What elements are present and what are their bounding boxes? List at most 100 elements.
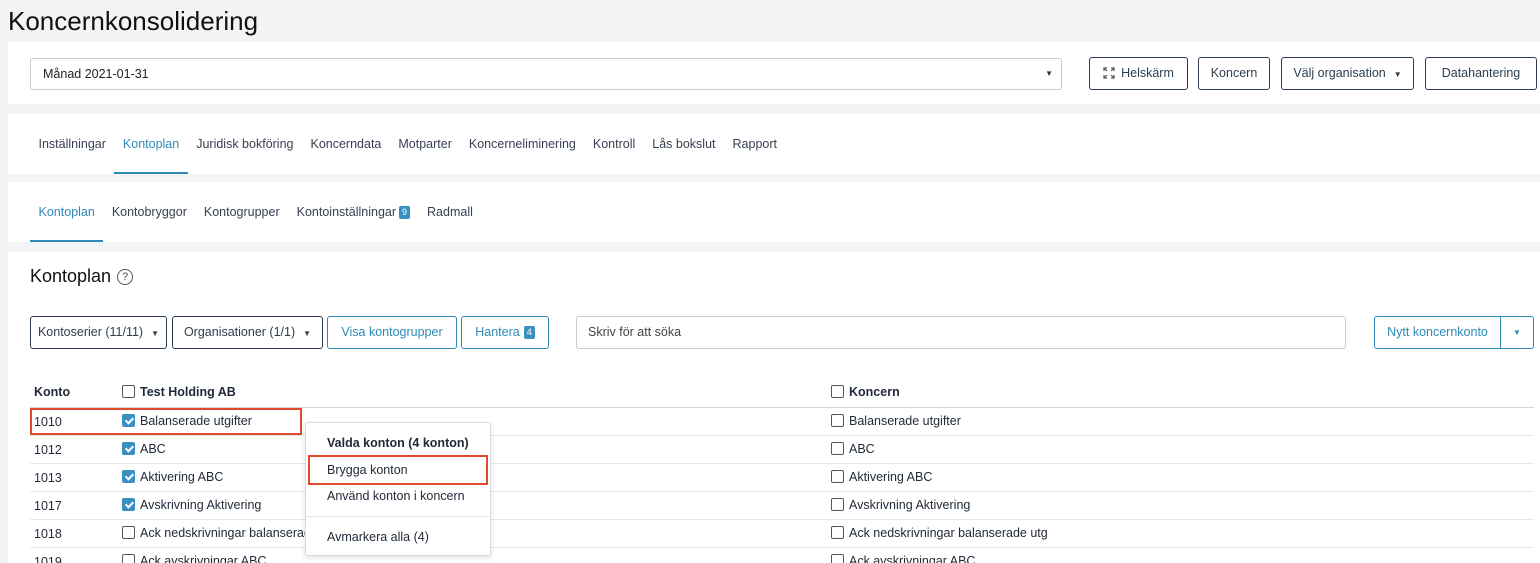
koncern-account-name: Avskrivning Aktivering	[849, 498, 971, 512]
fullscreen-label: Helskärm	[1121, 66, 1174, 80]
select-org-button[interactable]: Välj organisation ▼	[1281, 57, 1414, 90]
manage-label: Hantera	[475, 325, 520, 339]
row-checkbox[interactable]	[122, 554, 135, 563]
context-menu: Valda konton (4 konton) Brygga konton An…	[305, 422, 491, 556]
account-cell: Aktivering ABC	[122, 470, 223, 484]
sub-nav-panel: Kontoplan Kontobryggor Kontogrupper Kont…	[8, 182, 1540, 242]
table-row: 1017 Avskrivning Aktivering Avskrivning …	[30, 492, 1534, 520]
sub-nav: Kontoplan Kontobryggor Kontogrupper Kont…	[30, 182, 481, 242]
data-management-button[interactable]: Datahantering	[1425, 57, 1537, 90]
koncern-account-name: ABC	[849, 442, 875, 456]
search-input[interactable]: Skriv för att söka	[576, 316, 1346, 349]
subtab-kontoplan[interactable]: Kontoplan	[30, 182, 104, 242]
holding-label: Test Holding AB	[140, 385, 236, 399]
koncern-account-cell: Ack avskrivningar ABC	[831, 554, 975, 563]
subtab-kontoinstallningar-label: Kontoinställningar	[296, 205, 397, 219]
expand-icon	[1103, 67, 1115, 79]
caret-down-icon: ▼	[151, 329, 160, 338]
organisations-filter[interactable]: Organisationer (1/1) ▼	[172, 316, 323, 349]
koncern-account-cell: Ack nedskrivningar balanserade utg	[831, 526, 1048, 540]
subtab-radmall[interactable]: Radmall	[419, 182, 482, 242]
koncern-row-checkbox[interactable]	[831, 442, 844, 455]
account-series-filter[interactable]: Kontoserier (11/11) ▼	[30, 316, 167, 349]
koncern-row-checkbox[interactable]	[831, 554, 844, 563]
tab-rapport[interactable]: Rapport	[724, 114, 785, 174]
account-cell: ABC	[122, 442, 166, 456]
select-all-koncern-checkbox[interactable]	[831, 385, 844, 398]
account-series-label: Kontoserier (11/11)	[37, 325, 144, 339]
main-nav-panel: Inställningar Kontoplan Juridisk bokföri…	[8, 114, 1540, 174]
koncern-row-checkbox[interactable]	[831, 470, 844, 483]
select-all-holding-checkbox[interactable]	[122, 385, 135, 398]
caret-down-icon: ▼	[1513, 328, 1521, 337]
period-select[interactable]: Månad 2021-01-31 ▼	[30, 58, 1062, 90]
tab-las-bokslut[interactable]: Lås bokslut	[644, 114, 724, 174]
subtab-kontoinstallningar[interactable]: Kontoinställningar 9	[288, 182, 418, 242]
koncern-account-name: Ack avskrivningar ABC	[849, 554, 976, 563]
manage-button[interactable]: Hantera 4	[461, 316, 549, 349]
subtab-kontogrupper[interactable]: Kontogrupper	[195, 182, 288, 242]
row-highlight-box	[30, 408, 302, 435]
koncern-account-cell: Aktivering ABC	[831, 470, 932, 484]
use-accounts-menu-item[interactable]: Använd konton i koncern	[327, 489, 465, 503]
column-header-konto: Konto	[34, 385, 71, 399]
table-row: 1018 Ack nedskrivningar balanserade utg …	[30, 520, 1534, 548]
main-nav: Inställningar Kontoplan Juridisk bokföri…	[30, 114, 786, 174]
caret-down-icon: ▼	[1045, 69, 1053, 78]
account-name: Aktivering ABC	[140, 470, 224, 484]
section-title: Kontoplan?	[30, 266, 134, 287]
account-cell: Avskrivning Aktivering	[122, 498, 261, 512]
organisations-label: Organisationer (1/1)	[183, 325, 296, 339]
account-number: 1013	[34, 471, 62, 485]
account-cell: Ack avskrivningar ABC	[122, 554, 266, 563]
table-row: 1013 Aktivering ABC Aktivering ABC	[30, 464, 1534, 492]
context-menu-header: Valda konton (4 konton)	[327, 436, 469, 450]
show-account-groups-button[interactable]: Visa kontogrupper	[327, 316, 457, 349]
caret-down-icon: ▼	[303, 329, 312, 338]
table-header: Konto Test Holding AB Koncern	[30, 378, 1534, 408]
count-badge: 9	[399, 206, 411, 219]
koncern-account-cell: Balanserade utgifter	[831, 414, 961, 428]
menu-item-highlight-box	[308, 455, 488, 485]
koncern-account-name: Ack nedskrivningar balanserade utg	[849, 526, 1048, 540]
row-checkbox[interactable]	[122, 470, 135, 483]
koncern-account-name: Balanserade utgifter	[849, 414, 961, 428]
new-account-dropdown-button[interactable]: ▼	[1500, 316, 1534, 349]
koncern-label: Koncern	[849, 385, 900, 399]
page-title: Koncernkonsolidering	[8, 6, 259, 36]
toolbar-panel: Månad 2021-01-31 ▼ Helskärm Koncern Välj…	[8, 42, 1540, 104]
account-name: Ack avskrivningar ABC	[140, 554, 267, 563]
help-icon[interactable]: ?	[117, 269, 134, 285]
count-badge: 4	[523, 326, 535, 339]
row-checkbox[interactable]	[122, 498, 135, 511]
koncern-button[interactable]: Koncern	[1198, 57, 1270, 90]
table-row: 1012 ABC ABC	[30, 436, 1534, 464]
column-header-holding: Test Holding AB	[122, 385, 236, 399]
select-org-label: Välj organisation	[1293, 66, 1386, 80]
koncern-account-cell: ABC	[831, 442, 875, 456]
tab-kontroll[interactable]: Kontroll	[584, 114, 643, 174]
unselect-all-menu-item[interactable]: Avmarkera alla (4)	[327, 530, 429, 544]
account-number: 1019	[34, 555, 62, 563]
tab-installningar[interactable]: Inställningar	[30, 114, 114, 174]
table-row: 1019 Ack avskrivningar ABC Ack avskrivni…	[30, 548, 1534, 563]
menu-divider	[306, 516, 490, 517]
tab-koncerneliminering[interactable]: Koncerneliminering	[460, 114, 584, 174]
account-name: ABC	[140, 442, 166, 456]
subtab-kontobryggor[interactable]: Kontobryggor	[103, 182, 195, 242]
account-number: 1017	[34, 499, 62, 513]
koncern-row-checkbox[interactable]	[831, 498, 844, 511]
row-checkbox[interactable]	[122, 526, 135, 539]
account-name: Avskrivning Aktivering	[140, 498, 262, 512]
koncern-account-name: Aktivering ABC	[849, 470, 933, 484]
tab-motparter[interactable]: Motparter	[390, 114, 461, 174]
koncern-row-checkbox[interactable]	[831, 414, 844, 427]
tab-juridisk-bokforing[interactable]: Juridisk bokföring	[188, 114, 302, 174]
period-value: Månad 2021-01-31	[43, 67, 149, 81]
koncern-row-checkbox[interactable]	[831, 526, 844, 539]
new-group-account-button[interactable]: Nytt koncernkonto	[1374, 316, 1501, 349]
fullscreen-button[interactable]: Helskärm	[1089, 57, 1188, 90]
row-checkbox[interactable]	[122, 442, 135, 455]
tab-koncerndata[interactable]: Koncerndata	[302, 114, 390, 174]
tab-kontoplan[interactable]: Kontoplan	[114, 114, 189, 174]
